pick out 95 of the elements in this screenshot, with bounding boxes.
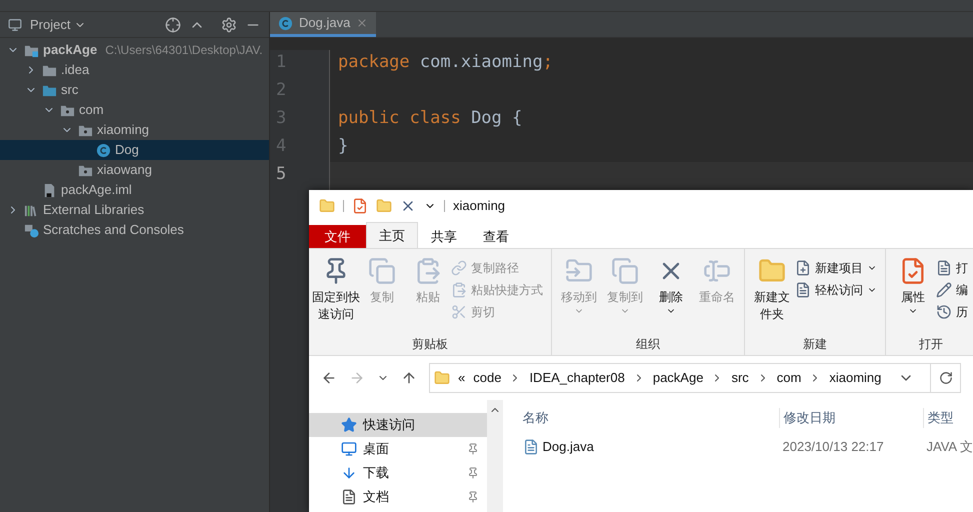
document-icon	[936, 260, 952, 276]
download-icon	[341, 465, 357, 481]
file-row[interactable]: Dog.java 2023/10/13 22:17 JAVA 文	[522, 436, 973, 458]
tree-item-label: xiaoming	[97, 121, 150, 140]
breadcrumb-item[interactable]: IDEA_chapter08	[529, 368, 625, 388]
tree-item[interactable]: Dog	[0, 140, 269, 160]
breadcrumb-item[interactable]: code	[473, 368, 502, 388]
document-icon	[795, 282, 811, 298]
tree-item[interactable]: packAge C:\Users\64301\Desktop\JAV.	[0, 40, 269, 60]
code-line: package com.xiaoming;	[338, 52, 553, 72]
clipboard-icon	[451, 282, 467, 298]
panel-title-dropdown[interactable]: Project	[30, 14, 86, 34]
file-name: Dog.java	[542, 438, 594, 456]
folder-icon	[434, 370, 450, 386]
ribbon-button[interactable]: 打	[936, 257, 968, 279]
tree-item[interactable]: com	[0, 100, 269, 120]
column-header[interactable]: 类型	[922, 408, 954, 428]
desktop-icon	[341, 441, 357, 457]
pin-icon	[466, 467, 479, 479]
file-icon	[42, 182, 57, 198]
tree-item[interactable]: packAge.iml	[0, 180, 269, 200]
tree-item[interactable]: xiaowang	[0, 160, 269, 180]
ribbon-button[interactable]: 新建项目	[795, 257, 877, 279]
tree-item-label: src	[61, 81, 78, 100]
address-bar[interactable]: « code IDEA_chapter08 packAge src com xiaoming	[429, 363, 961, 393]
file-type: JAVA 文	[926, 438, 973, 456]
tree-item-label: Scratches and Consoles	[43, 221, 184, 240]
ribbon-tab[interactable]: 共享	[418, 225, 470, 248]
copy-icon	[368, 257, 396, 285]
breadcrumb-item[interactable]: «	[458, 368, 466, 388]
scratches-icon	[24, 222, 39, 238]
refresh-icon[interactable]	[938, 371, 952, 385]
tree-item-label: .idea	[61, 61, 90, 80]
tree-item-label: com	[79, 101, 104, 120]
window-title: xiaoming	[453, 197, 506, 216]
scrollbar[interactable]	[486, 400, 503, 512]
locate-icon[interactable]	[165, 16, 181, 32]
ribbon-tab[interactable]: 查看	[470, 225, 522, 248]
ribbon-group-label: 打开	[918, 336, 944, 353]
back-icon[interactable]	[321, 370, 337, 386]
ribbon-button[interactable]: 删除	[648, 253, 694, 335]
ribbon-group-label: 组织	[635, 336, 661, 353]
breadcrumb-item[interactable]: src	[731, 368, 749, 388]
panel-icon	[8, 18, 22, 32]
tree-item-label: xiaowang	[97, 161, 152, 180]
breadcrumb-item[interactable]: packAge	[652, 368, 704, 388]
module-path: C:\Users\64301\Desktop\JAV.	[105, 42, 263, 59]
new-file-icon	[795, 260, 811, 276]
ribbon-button[interactable]: 历	[936, 301, 968, 323]
ribbon-button[interactable]: 轻松访问	[795, 279, 877, 301]
pin-icon	[466, 491, 479, 503]
editor-tab[interactable]: Dog.java	[270, 12, 376, 37]
ribbon-group-label: 剪贴板	[411, 336, 449, 353]
scissors-icon	[451, 304, 467, 320]
tree-item[interactable]: xiaoming	[0, 120, 269, 140]
breadcrumb-item[interactable]: xiaoming	[829, 368, 882, 388]
ribbon-tab[interactable]: 主页	[366, 222, 418, 248]
line-number: 5	[275, 163, 288, 186]
pin-icon	[466, 443, 479, 455]
tree-item-label: External Libraries	[43, 201, 144, 220]
breadcrumb-item[interactable]: com	[776, 368, 802, 388]
ribbon-button[interactable]: 属性	[890, 253, 936, 335]
link-icon	[451, 260, 467, 276]
ribbon-tab[interactable]: 文件	[309, 225, 366, 248]
ribbon-button[interactable]: 新建文件夹	[749, 253, 795, 335]
file-icon	[522, 439, 539, 455]
ribbon-button[interactable]: 编	[936, 279, 968, 301]
tree-item[interactable]: src	[0, 80, 269, 100]
up-icon[interactable]	[401, 370, 417, 386]
nav-item[interactable]: 快速访问	[309, 413, 487, 437]
file-date: 2023/10/13 22:17	[782, 438, 885, 456]
document-icon	[341, 489, 357, 505]
tree-item-label: Dog	[115, 141, 139, 160]
ribbon-button[interactable]: 固定到快速访问	[313, 253, 359, 335]
column-header[interactable]: 修改日期	[778, 408, 923, 428]
code-line: public class Dog {	[338, 108, 522, 128]
star-icon	[341, 417, 357, 433]
column-header[interactable]: 名称	[522, 408, 779, 428]
copy-icon	[611, 257, 639, 285]
class-icon	[96, 142, 111, 158]
pencil-icon	[936, 282, 952, 298]
tree-item-label: packAge	[43, 41, 98, 60]
settings-icon[interactable]	[221, 16, 237, 32]
properties-icon[interactable]	[352, 198, 368, 214]
code-line: }	[338, 136, 348, 156]
tree-item[interactable]: Scratches and Consoles	[0, 220, 269, 240]
nav-item[interactable]: 下载	[309, 461, 487, 485]
ribbon-group-label: 新建	[802, 336, 828, 353]
nav-item[interactable]: 桌面	[309, 437, 487, 461]
tree-item[interactable]: External Libraries	[0, 200, 269, 220]
tree-item[interactable]: .idea	[0, 60, 269, 80]
nav-item[interactable]: 文档	[309, 485, 487, 509]
history-icon	[936, 304, 952, 320]
class-icon	[278, 16, 293, 30]
tree-item-label: packAge.iml	[61, 181, 132, 200]
